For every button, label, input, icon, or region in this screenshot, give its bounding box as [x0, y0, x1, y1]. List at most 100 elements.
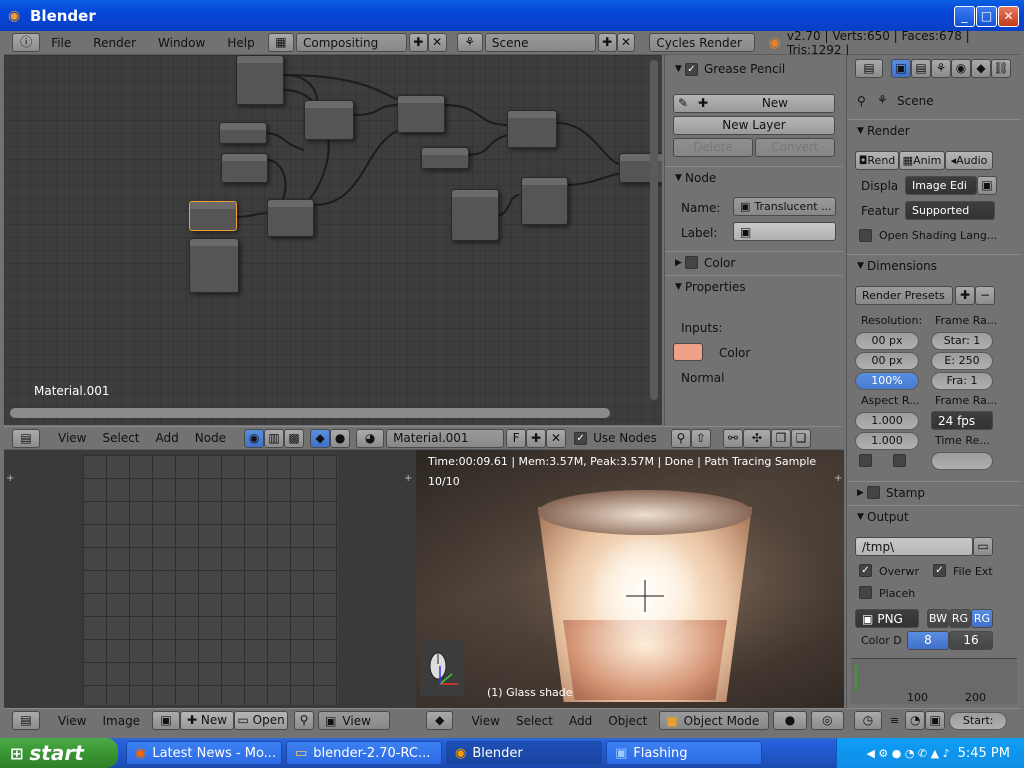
- crop-checkbox[interactable]: [893, 454, 906, 467]
- node-box[interactable]: [507, 110, 557, 148]
- render-presets-select[interactable]: Render Presets: [855, 286, 953, 305]
- plus-icon[interactable]: +: [834, 473, 842, 484]
- info-editor-type-icon[interactable]: ⓘ: [12, 33, 41, 52]
- time-remap-field[interactable]: [931, 452, 993, 470]
- frame-start-field[interactable]: Star: 1: [931, 332, 993, 350]
- pin-icon[interactable]: ⚲: [294, 711, 315, 730]
- node-editor-canvas[interactable]: Material.001 +: [4, 55, 662, 425]
- node-panel-header[interactable]: ▼ Node: [665, 166, 843, 188]
- output-path-field[interactable]: /tmp\: [855, 537, 973, 556]
- node-box[interactable]: [397, 95, 445, 133]
- texture-nodes-icon[interactable]: ▩: [284, 428, 305, 448]
- folder-icon[interactable]: ▭: [973, 537, 993, 556]
- delete-frame-button[interactable]: Delete Frame: [673, 138, 753, 171]
- translucent-node[interactable]: [189, 201, 237, 231]
- compositing-nodes-icon[interactable]: ▥: [264, 428, 285, 448]
- depth-8-button[interactable]: 8: [907, 631, 949, 650]
- open-image-button[interactable]: ▭ Open: [234, 711, 289, 730]
- aspect-x-field[interactable]: 1.000: [855, 412, 919, 430]
- layout-remove-icon[interactable]: ✕: [427, 33, 447, 52]
- node-editor-type-icon[interactable]: ▤: [12, 428, 40, 448]
- taskbar-flashing[interactable]: ▣ Flashing: [606, 741, 762, 765]
- scene-tab-icon[interactable]: ⚘: [931, 59, 951, 78]
- resolution-x-field[interactable]: 00 px: [855, 332, 919, 350]
- new-layer-button[interactable]: New Layer: [673, 116, 835, 135]
- menu-window[interactable]: Window: [147, 36, 216, 50]
- frame-rate-select[interactable]: 24 fps: [931, 411, 993, 430]
- layout-add-icon[interactable]: ✚: [408, 33, 428, 52]
- object-mode-select[interactable]: ■ Object Mode: [659, 711, 770, 730]
- color-rgba-button[interactable]: RG: [971, 609, 993, 628]
- menu-add[interactable]: Add: [561, 714, 600, 728]
- node-box[interactable]: [421, 147, 469, 169]
- timeline-type-icon[interactable]: ◷: [854, 711, 882, 730]
- material-remove-icon[interactable]: ✕: [546, 428, 567, 448]
- scene-icon[interactable]: ⚘: [456, 33, 483, 52]
- color-checkbox[interactable]: [685, 256, 698, 269]
- new-image-button[interactable]: ✚ New: [180, 711, 235, 730]
- world-tab-icon[interactable]: ◉: [951, 59, 971, 78]
- maximize-button[interactable]: □: [976, 6, 997, 27]
- preset-remove-icon[interactable]: −: [975, 286, 995, 305]
- color-bw-button[interactable]: BW: [927, 609, 949, 628]
- overwrite-checkbox[interactable]: ✓: [859, 564, 872, 577]
- menu-view[interactable]: View: [463, 714, 507, 728]
- menu-view[interactable]: View: [50, 714, 94, 728]
- node-box[interactable]: [189, 238, 239, 293]
- clock[interactable]: 5:45 PM: [958, 746, 1010, 761]
- node-editor-hscrollbar[interactable]: [10, 408, 610, 418]
- resolution-y-field[interactable]: 00 px: [855, 352, 919, 370]
- paste-icon[interactable]: ❏: [790, 428, 811, 448]
- material-add-icon[interactable]: ✚: [526, 428, 547, 448]
- use-nodes-checkbox[interactable]: ✓: [574, 431, 588, 445]
- image-editor-grid[interactable]: [83, 455, 338, 705]
- world-shader-icon[interactable]: ●: [330, 428, 351, 448]
- menu-image[interactable]: Image: [94, 714, 148, 728]
- animation-button[interactable]: ▦Anim: [899, 151, 945, 170]
- grease-pencil-new-button[interactable]: ✎ ✚ New: [673, 94, 835, 113]
- node-label-field[interactable]: ▣: [733, 222, 836, 241]
- start-frame-field[interactable]: Start:: [949, 711, 1008, 730]
- image-editor-type-icon[interactable]: ▤: [12, 711, 40, 730]
- plus-icon[interactable]: +: [6, 473, 14, 484]
- layout-icon[interactable]: ▦: [267, 33, 295, 52]
- aspect-y-field[interactable]: 1.000: [855, 432, 919, 450]
- pin-icon[interactable]: ⚲: [670, 428, 691, 448]
- stamp-panel-header[interactable]: ▶ Stamp: [847, 481, 1021, 503]
- node-box[interactable]: [236, 55, 284, 105]
- osl-checkbox[interactable]: [859, 229, 872, 242]
- menu-view[interactable]: View: [50, 431, 94, 445]
- start-button[interactable]: ⊞ start: [0, 738, 118, 768]
- feature-set-select[interactable]: Supported: [905, 201, 995, 220]
- node-box[interactable]: [267, 199, 314, 237]
- tray-icons[interactable]: ◀ ⚙ ● ◔ ✆ ▲ ♪: [866, 747, 949, 760]
- depth-16-button[interactable]: 16: [949, 631, 993, 650]
- taskbar-firefox[interactable]: ◉ Latest News - Mo...: [126, 741, 282, 765]
- lock-interface-icon[interactable]: ▣: [977, 176, 997, 195]
- color-rgb-button[interactable]: RG: [949, 609, 971, 628]
- render-button[interactable]: ◘Rend: [855, 151, 899, 170]
- menu-render[interactable]: Render: [82, 36, 147, 50]
- render-panel-header[interactable]: ▼ Render: [847, 119, 1021, 141]
- object-shader-icon[interactable]: ◆: [310, 428, 331, 448]
- view-mode-select[interactable]: ▣ View: [318, 711, 391, 730]
- taskbar-folder[interactable]: ▭ blender-2.70-RC...: [286, 741, 442, 765]
- menu-node[interactable]: Node: [187, 431, 234, 445]
- color-swatch[interactable]: [673, 343, 703, 361]
- menu-select[interactable]: Select: [94, 431, 147, 445]
- border-checkbox[interactable]: [859, 454, 872, 467]
- node-box[interactable]: [221, 153, 268, 183]
- viewport-shading-icon[interactable]: ●: [773, 711, 807, 730]
- node-box[interactable]: [219, 122, 267, 144]
- menu-object[interactable]: Object: [600, 714, 655, 728]
- node-name-field[interactable]: ▣ Translucent ...: [733, 197, 836, 216]
- keyframe-icon[interactable]: ◔: [905, 711, 926, 730]
- snap-icon[interactable]: ⚯: [722, 428, 743, 448]
- timeline-area[interactable]: 100 200: [851, 658, 1017, 704]
- node-editor-vscrollbar[interactable]: [650, 60, 658, 400]
- file-format-select[interactable]: ▣ PNG: [855, 609, 919, 628]
- scene-remove-icon[interactable]: ✕: [616, 33, 636, 52]
- minimize-button[interactable]: _: [954, 6, 975, 27]
- placeholders-checkbox[interactable]: [859, 586, 872, 599]
- snap-element-icon[interactable]: ✣: [742, 428, 771, 448]
